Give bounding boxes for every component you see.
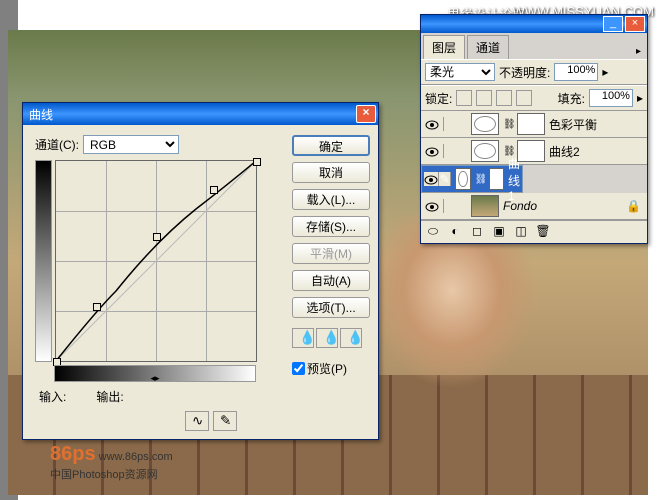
lock-paint-button[interactable] — [476, 90, 492, 106]
layer-list: ⛓ 色彩平衡 ⛓ 曲线2 ✎ ⛓ 曲线1 Fondo 🔒 — [421, 111, 647, 220]
layer-row-selected[interactable]: ✎ ⛓ 曲线1 — [421, 165, 523, 193]
adjustment-thumb[interactable] — [455, 168, 470, 190]
opacity-arrow-icon[interactable]: ▸ — [602, 65, 608, 79]
panel-bottom-bar: ⬭ ◐ ◻ ▣ ◫ 🗑 — [421, 220, 647, 243]
curve-point[interactable] — [253, 158, 261, 166]
layer-style-icon[interactable]: ◐ — [447, 224, 463, 240]
curve-area — [35, 160, 284, 362]
input-label: 输入: — [39, 388, 66, 405]
new-layer-icon[interactable]: ◫ — [513, 224, 529, 240]
layer-mask-icon[interactable]: ◻ — [469, 224, 485, 240]
delete-layer-icon[interactable]: 🗑 — [535, 224, 551, 240]
layer-name[interactable]: 色彩平衡 — [549, 116, 647, 133]
dialog-title: 曲线 — [29, 106, 356, 123]
lock-all-button[interactable] — [516, 90, 532, 106]
opacity-label: 不透明度: — [499, 64, 550, 81]
preview-label: 预览(P) — [307, 360, 347, 377]
blend-row: 柔光 不透明度: 100% ▸ — [421, 59, 647, 85]
channel-select[interactable]: RGB — [83, 135, 179, 154]
curve-grid[interactable] — [55, 160, 257, 362]
output-gradient — [35, 160, 52, 362]
channel-row: 通道(C): RGB — [35, 135, 284, 154]
tab-channels[interactable]: 通道 — [467, 35, 509, 59]
watermark-logo: 86ps www.86ps.com 中国Photoshop资源网 — [50, 443, 173, 482]
curve-line[interactable] — [56, 161, 256, 361]
panel-titlebar[interactable]: _ × — [421, 15, 647, 33]
smooth-button[interactable]: 平滑(M) — [292, 243, 370, 264]
lock-transparency-button[interactable] — [456, 90, 472, 106]
visibility-toggle[interactable] — [421, 117, 444, 131]
preview-checkbox-row[interactable]: 预览(P) — [292, 360, 370, 377]
layer-row[interactable]: ⛓ 曲线2 — [421, 138, 647, 165]
image-figure — [348, 215, 608, 465]
white-point-eyedropper[interactable]: 💧 — [340, 328, 362, 348]
fill-arrow-icon[interactable]: ▸ — [637, 91, 643, 105]
curve-point[interactable] — [210, 186, 218, 194]
input-gradient: ◂▸ — [54, 365, 256, 382]
mask-link-icon[interactable]: ⛓ — [503, 119, 513, 130]
image-thumb[interactable] — [471, 195, 499, 217]
io-row: 输入: 输出: — [39, 388, 284, 405]
curve-point-tool[interactable]: ∿ — [185, 411, 209, 431]
dialog-right: 确定 取消 载入(L)... 存储(S)... 平滑(M) 自动(A) 选项(T… — [292, 135, 370, 431]
fill-label: 填充: — [558, 90, 585, 107]
layer-row[interactable]: Fondo 🔒 — [421, 193, 647, 220]
logo-url: www.86ps.com — [99, 451, 173, 463]
gradient-slider[interactable]: ◂▸ — [147, 373, 163, 383]
curves-dialog: 曲线 × 通道(C): RGB — [22, 102, 379, 440]
panel-menu-arrow[interactable]: ▸ — [632, 44, 645, 59]
lock-icon: 🔒 — [626, 199, 641, 213]
link-column[interactable]: ✎ — [439, 172, 451, 186]
output-label: 输出: — [96, 388, 123, 405]
logo-brand: 86ps — [50, 443, 96, 465]
layer-name[interactable]: 曲线1 — [508, 155, 520, 203]
dialog-close-button[interactable]: × — [356, 105, 376, 123]
mask-thumb[interactable] — [489, 168, 504, 190]
logo-tagline: 中国Photoshop资源网 — [50, 469, 158, 481]
panel-close-button[interactable]: × — [625, 16, 645, 32]
curve-point[interactable] — [153, 233, 161, 241]
visibility-toggle[interactable] — [424, 172, 439, 186]
dialog-titlebar[interactable]: 曲线 × — [23, 103, 378, 125]
load-button[interactable]: 载入(L)... — [292, 189, 370, 210]
lock-label: 锁定: — [425, 90, 452, 107]
mask-thumb[interactable] — [517, 140, 545, 162]
adjustment-thumb[interactable] — [471, 113, 499, 135]
save-button[interactable]: 存储(S)... — [292, 216, 370, 237]
cancel-button[interactable]: 取消 — [292, 162, 370, 183]
layer-name[interactable]: 曲线2 — [549, 143, 647, 160]
dialog-left: 通道(C): RGB — [35, 135, 284, 431]
fill-field[interactable]: 100% — [589, 89, 633, 107]
blend-mode-select[interactable]: 柔光 — [425, 63, 495, 81]
options-button[interactable]: 选项(T)... — [292, 297, 370, 318]
layers-panel: _ × 图层 通道 ▸ 柔光 不透明度: 100% ▸ 锁定: 填充: 100%… — [420, 14, 648, 244]
lock-position-button[interactable] — [496, 90, 512, 106]
auto-button[interactable]: 自动(A) — [292, 270, 370, 291]
tab-layers[interactable]: 图层 — [423, 35, 465, 59]
new-group-icon[interactable]: ▣ — [491, 224, 507, 240]
visibility-toggle[interactable] — [421, 199, 444, 213]
eyedropper-row: 💧 💧 💧 — [292, 328, 370, 348]
opacity-field[interactable]: 100% — [554, 63, 598, 81]
curve-tools: ∿ ✎ — [185, 411, 284, 431]
gray-point-eyedropper[interactable]: 💧 — [316, 328, 338, 348]
lock-row: 锁定: 填充: 100% ▸ — [421, 85, 647, 111]
ok-button[interactable]: 确定 — [292, 135, 370, 156]
channel-label: 通道(C): — [35, 136, 79, 153]
curve-point[interactable] — [93, 303, 101, 311]
panel-minimize-button[interactable]: _ — [603, 16, 623, 32]
mask-link-icon[interactable]: ⛓ — [475, 174, 485, 185]
mask-thumb[interactable] — [517, 113, 545, 135]
dialog-body: 通道(C): RGB — [23, 125, 378, 439]
preview-checkbox[interactable] — [292, 362, 305, 375]
black-point-eyedropper[interactable]: 💧 — [292, 328, 314, 348]
layer-name[interactable]: Fondo — [503, 199, 626, 213]
layer-row[interactable]: ⛓ 色彩平衡 — [421, 111, 647, 138]
link-layers-icon[interactable]: ⬭ — [425, 224, 441, 240]
adjustment-thumb[interactable] — [471, 140, 499, 162]
curve-pencil-tool[interactable]: ✎ — [213, 411, 237, 431]
panel-tabs: 图层 通道 ▸ — [421, 33, 647, 59]
visibility-toggle[interactable] — [421, 144, 444, 158]
